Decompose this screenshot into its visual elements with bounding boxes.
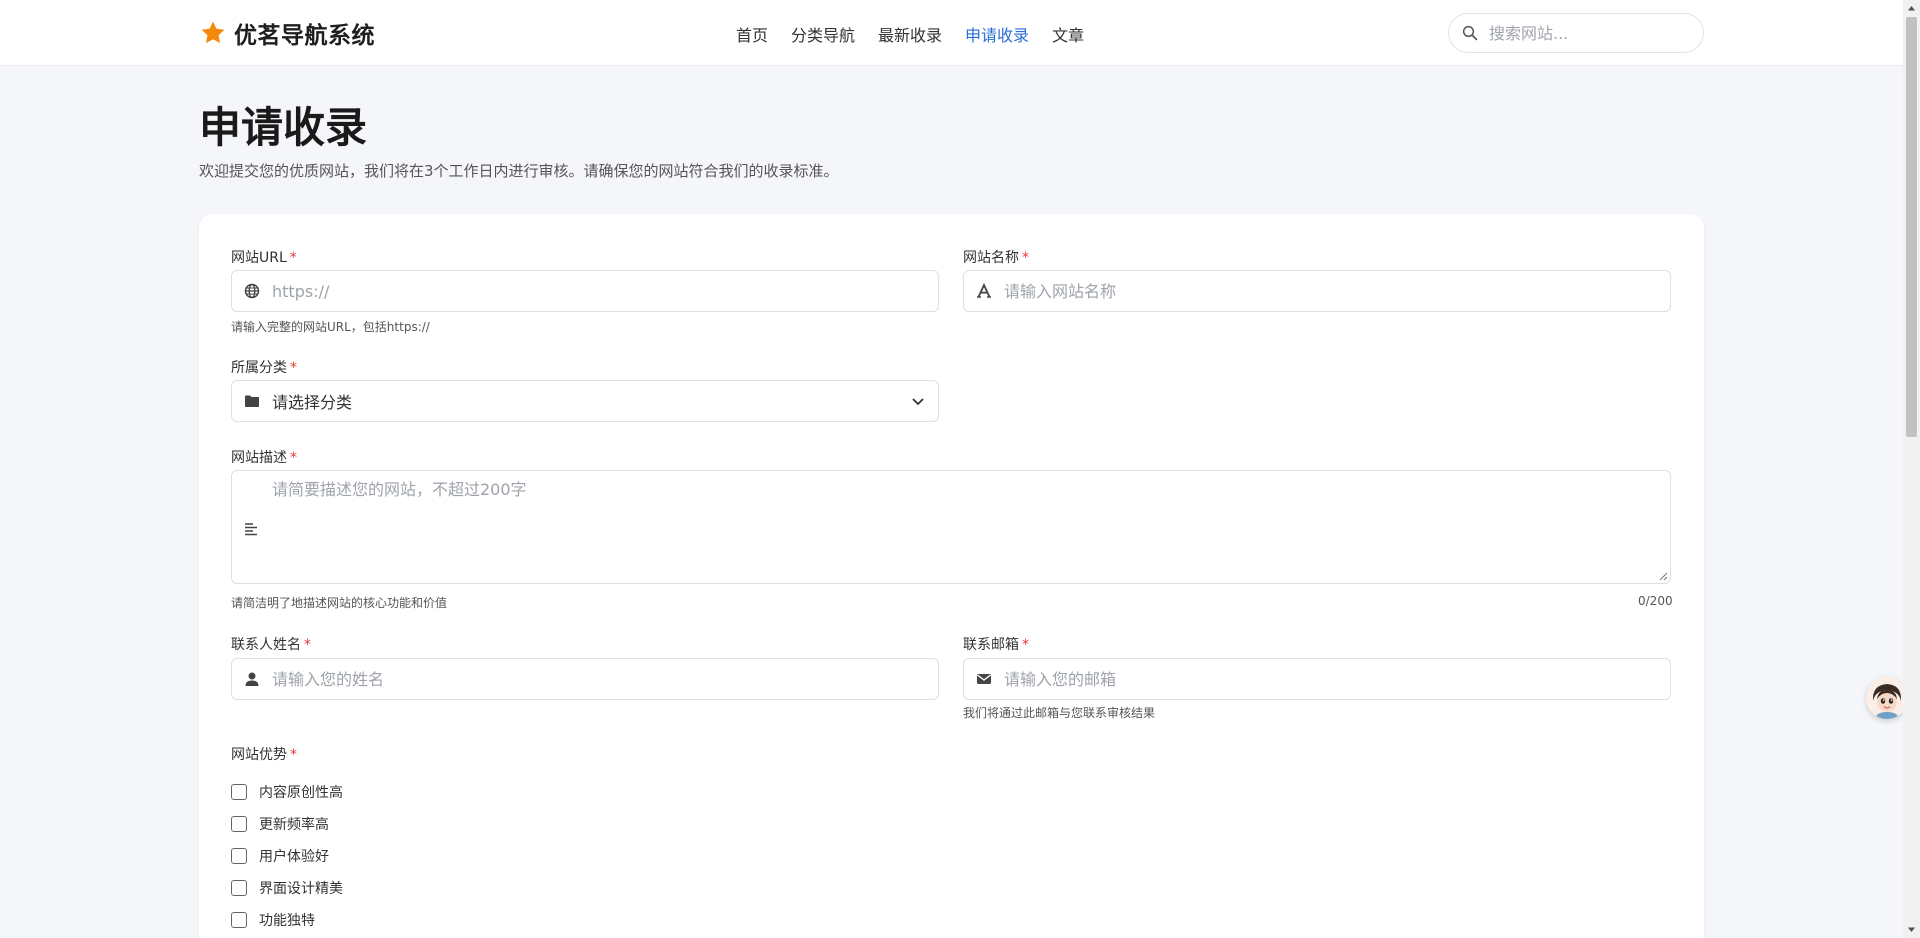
description-label: 网站描述 * — [231, 447, 297, 467]
contact-email-label-text: 联系邮箱 — [963, 637, 1019, 653]
nav-apply[interactable]: 申请收录 — [965, 22, 1029, 46]
name-field-box — [963, 270, 1671, 312]
advantage-option-label: 界面设计精美 — [259, 881, 343, 897]
name-label: 网站名称 * — [963, 247, 1029, 267]
scrollbar-thumb[interactable] — [1906, 17, 1917, 437]
advantage-option-label: 功能独特 — [259, 913, 315, 929]
url-input[interactable] — [272, 281, 938, 301]
checkbox[interactable] — [231, 848, 247, 864]
advantage-option[interactable]: 用户体验好 — [231, 840, 343, 872]
required-mark: * — [1022, 250, 1029, 266]
contact-name-label: 联系人姓名 * — [231, 634, 311, 654]
page-subtitle: 欢迎提交您的优质网站，我们将在3个工作日内进行审核。请确保您的网站符合我们的收录… — [199, 162, 839, 180]
nav-categories[interactable]: 分类导航 — [791, 22, 855, 46]
category-label-text: 所属分类 — [231, 360, 287, 376]
checkbox[interactable] — [231, 880, 247, 896]
required-mark: * — [290, 360, 297, 376]
nav-home[interactable]: 首页 — [736, 22, 768, 46]
avatar-face-icon — [1866, 677, 1908, 719]
checkbox[interactable] — [231, 784, 247, 800]
contact-name-input[interactable] — [272, 669, 938, 689]
scroll-down-icon[interactable] — [1906, 924, 1917, 935]
search-input[interactable] — [1489, 23, 1689, 43]
advantage-option[interactable]: 内容原创性高 — [231, 776, 343, 808]
checkbox[interactable] — [231, 912, 247, 928]
category-selected: 请选择分类 — [272, 393, 353, 412]
required-mark: * — [289, 250, 297, 266]
font-icon — [964, 283, 1004, 299]
advantage-option[interactable]: 界面设计精美 — [231, 872, 343, 904]
advantage-option-label: 用户体验好 — [259, 849, 329, 865]
url-label-text: 网站URL — [231, 250, 287, 266]
globe-icon — [232, 283, 272, 299]
folder-icon — [232, 393, 272, 409]
advantage-option[interactable]: 功能独特 — [231, 904, 343, 936]
scroll-up-icon[interactable] — [1906, 3, 1917, 14]
url-hint: 请输入完整的网站URL，包括https:// — [231, 320, 430, 334]
name-input[interactable] — [1004, 281, 1670, 301]
required-mark: * — [290, 747, 297, 763]
url-label: 网站URL * — [231, 247, 297, 267]
envelope-icon — [964, 671, 1004, 687]
align-left-icon — [245, 523, 257, 536]
nav-latest[interactable]: 最新收录 — [878, 22, 942, 46]
contact-email-input[interactable] — [1004, 669, 1670, 689]
assistant-avatar[interactable] — [1866, 677, 1908, 719]
name-label-text: 网站名称 — [963, 250, 1019, 266]
url-field-box — [231, 270, 939, 312]
checkbox[interactable] — [231, 816, 247, 832]
advantages-checklist: 内容原创性高 更新频率高 用户体验好 界面设计精美 功能独特 — [231, 776, 343, 936]
category-label: 所属分类 * — [231, 357, 297, 377]
advantages-label-text: 网站优势 — [231, 747, 287, 763]
description-box — [231, 470, 1671, 584]
contact-email-hint: 我们将通过此邮箱与您联系审核结果 — [963, 706, 1156, 720]
chevron-down-icon — [898, 393, 938, 409]
star-icon — [201, 21, 225, 44]
brand-name: 优茗导航系统 — [234, 23, 375, 49]
search-icon — [1462, 25, 1478, 41]
description-hint: 请简洁明了地描述网站的核心功能和价值 — [231, 596, 448, 610]
user-icon — [232, 671, 272, 687]
required-mark: * — [1022, 637, 1029, 653]
resize-handle-icon[interactable] — [1658, 571, 1668, 581]
nav-articles[interactable]: 文章 — [1052, 22, 1084, 46]
contact-email-box — [963, 658, 1671, 700]
advantage-option-label: 内容原创性高 — [259, 785, 343, 801]
description-counter: 0/200 — [1638, 594, 1673, 608]
category-select[interactable]: 请选择分类 — [231, 380, 939, 422]
description-label-text: 网站描述 — [231, 450, 287, 466]
advantage-option[interactable]: 更新频率高 — [231, 808, 343, 840]
search-box — [1448, 13, 1704, 53]
page-title: 申请收录 — [199, 103, 368, 152]
advantages-label: 网站优势 * — [231, 744, 297, 764]
top-header: 优茗导航系统 首页 分类导航 最新收录 申请收录 文章 — [0, 0, 1903, 66]
contact-name-box — [231, 658, 939, 700]
contact-name-label-text: 联系人姓名 — [231, 637, 301, 653]
application-form: 网站URL* 请输入完整的网站URL，包括https:// 网站名称* 所属分类… — [199, 214, 1704, 938]
description-textarea[interactable] — [272, 479, 1662, 575]
brand-logo[interactable]: 优茗导航系统 — [199, 16, 375, 50]
contact-email-label: 联系邮箱 * — [963, 634, 1029, 654]
advantage-option-label: 更新频率高 — [259, 817, 329, 833]
required-mark: * — [290, 450, 297, 466]
required-mark: * — [304, 637, 311, 653]
main-nav: 首页 分类导航 最新收录 申请收录 文章 — [736, 22, 1107, 46]
